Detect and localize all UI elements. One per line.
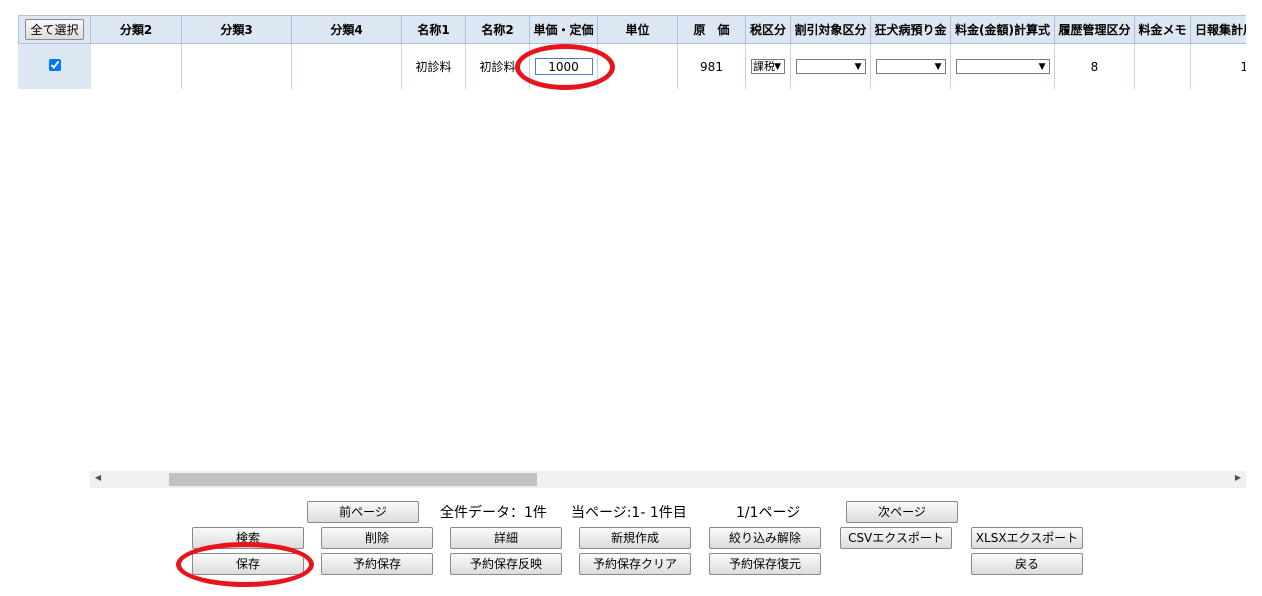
chevron-down-icon: ▼ — [774, 62, 781, 72]
cell-rabies: ▼ — [870, 43, 951, 89]
cell-cat3 — [181, 43, 292, 89]
column-header-name2[interactable]: 名称2 — [465, 15, 530, 44]
column-header-name1[interactable]: 名称1 — [401, 15, 466, 44]
column-header-discount[interactable]: 割引対象区分 — [790, 15, 871, 44]
cell-formula: ▼ — [950, 43, 1055, 89]
scroll-left-icon[interactable]: ◀ — [95, 473, 101, 482]
cell-memo — [1134, 43, 1191, 89]
csv-export-button[interactable]: CSVエクスポート — [840, 527, 952, 549]
total-count-text: 全件データ：1件 — [440, 505, 547, 521]
chevron-down-icon: ▼ — [1038, 62, 1046, 72]
column-header-unit[interactable]: 単位 — [597, 15, 678, 44]
detail-button[interactable]: 詳細 — [450, 527, 562, 549]
xlsx-export-button[interactable]: XLSXエクスポート — [971, 527, 1083, 549]
reserve-apply-button[interactable]: 予約保存反映 — [450, 553, 562, 575]
delete-button[interactable]: 削除 — [321, 527, 433, 549]
page-indicator-text: 1/1ページ — [736, 505, 801, 521]
column-header-tax[interactable]: 税区分 — [745, 15, 791, 44]
column-header-formula[interactable]: 料金(金額)計算式 — [950, 15, 1055, 44]
cell-discount: ▼ — [790, 43, 871, 89]
next-page-button[interactable]: 次ページ — [846, 501, 958, 523]
cell-history: 8 — [1054, 43, 1135, 89]
cell-name1: 初診料 — [401, 43, 466, 89]
column-header-memo[interactable]: 料金メモ — [1134, 15, 1191, 44]
column-header-cost[interactable]: 原 価 — [677, 15, 746, 44]
column-header-history[interactable]: 履歴管理区分 — [1054, 15, 1135, 44]
rabies-select[interactable]: ▼ — [875, 59, 946, 74]
new-button[interactable]: 新規作成 — [579, 527, 691, 549]
current-range-text: 当ページ:1- 1件目 — [571, 505, 687, 521]
cell-tax: 課税 ▼ — [745, 43, 791, 89]
reserve-clear-button[interactable]: 予約保存クリア — [579, 553, 691, 575]
row-select-cell — [18, 43, 91, 89]
tax-select-value: 課税 — [753, 60, 775, 73]
row-checkbox[interactable] — [48, 59, 61, 71]
column-header-rabies[interactable]: 狂犬病預り金 — [870, 15, 951, 44]
back-button[interactable]: 戻る — [971, 553, 1083, 575]
save-button[interactable]: 保存 — [192, 553, 304, 575]
discount-select[interactable]: ▼ — [795, 59, 866, 74]
scroll-right-icon[interactable]: ▶ — [1235, 473, 1241, 482]
horizontal-scrollbar[interactable]: ◀ ▶ — [90, 471, 1246, 488]
column-header-cat2[interactable]: 分類2 — [90, 15, 182, 44]
reserve-save-button[interactable]: 予約保存 — [321, 553, 433, 575]
select-all-header: 全て選択 — [18, 15, 91, 44]
select-all-button[interactable]: 全て選択 — [25, 19, 84, 40]
cell-cat2 — [90, 43, 182, 89]
cell-price — [529, 43, 598, 89]
chevron-down-icon: ▼ — [934, 62, 942, 72]
column-header-price[interactable]: 単価・定価 — [529, 15, 598, 44]
tax-select[interactable]: 課税 ▼ — [751, 59, 785, 74]
column-header-daily[interactable]: 日報集計用 — [1190, 15, 1246, 44]
column-header-cat4[interactable]: 分類4 — [291, 15, 402, 44]
table-row: 初診料 初診料 981 課税 ▼ ▼ — [18, 43, 1246, 89]
cell-name2: 初診料 — [465, 43, 530, 89]
table-header-row: 全て選択 分類2 分類3 分類4 名称1 名称2 単価・定価 単位 原 価 税区… — [18, 15, 1246, 44]
price-input[interactable] — [534, 58, 593, 75]
clear-filter-button[interactable]: 絞り込み解除 — [709, 527, 821, 549]
data-grid: 全て選択 分類2 分類3 分類4 名称1 名称2 単価・定価 単位 原 価 税区… — [18, 15, 1246, 89]
item-table: 全て選択 分類2 分類3 分類4 名称1 名称2 単価・定価 単位 原 価 税区… — [18, 15, 1246, 89]
prev-page-button[interactable]: 前ページ — [307, 501, 419, 523]
reserve-restore-button[interactable]: 予約保存復元 — [709, 553, 821, 575]
column-header-cat3[interactable]: 分類3 — [181, 15, 292, 44]
scrollbar-thumb[interactable] — [169, 473, 537, 486]
cell-cat4 — [291, 43, 402, 89]
cell-daily: 1 — [1190, 43, 1246, 89]
formula-select[interactable]: ▼ — [955, 59, 1050, 74]
cell-unit — [597, 43, 678, 89]
chevron-down-icon: ▼ — [854, 62, 862, 72]
search-button[interactable]: 検索 — [192, 527, 304, 549]
cell-cost: 981 — [677, 43, 746, 89]
